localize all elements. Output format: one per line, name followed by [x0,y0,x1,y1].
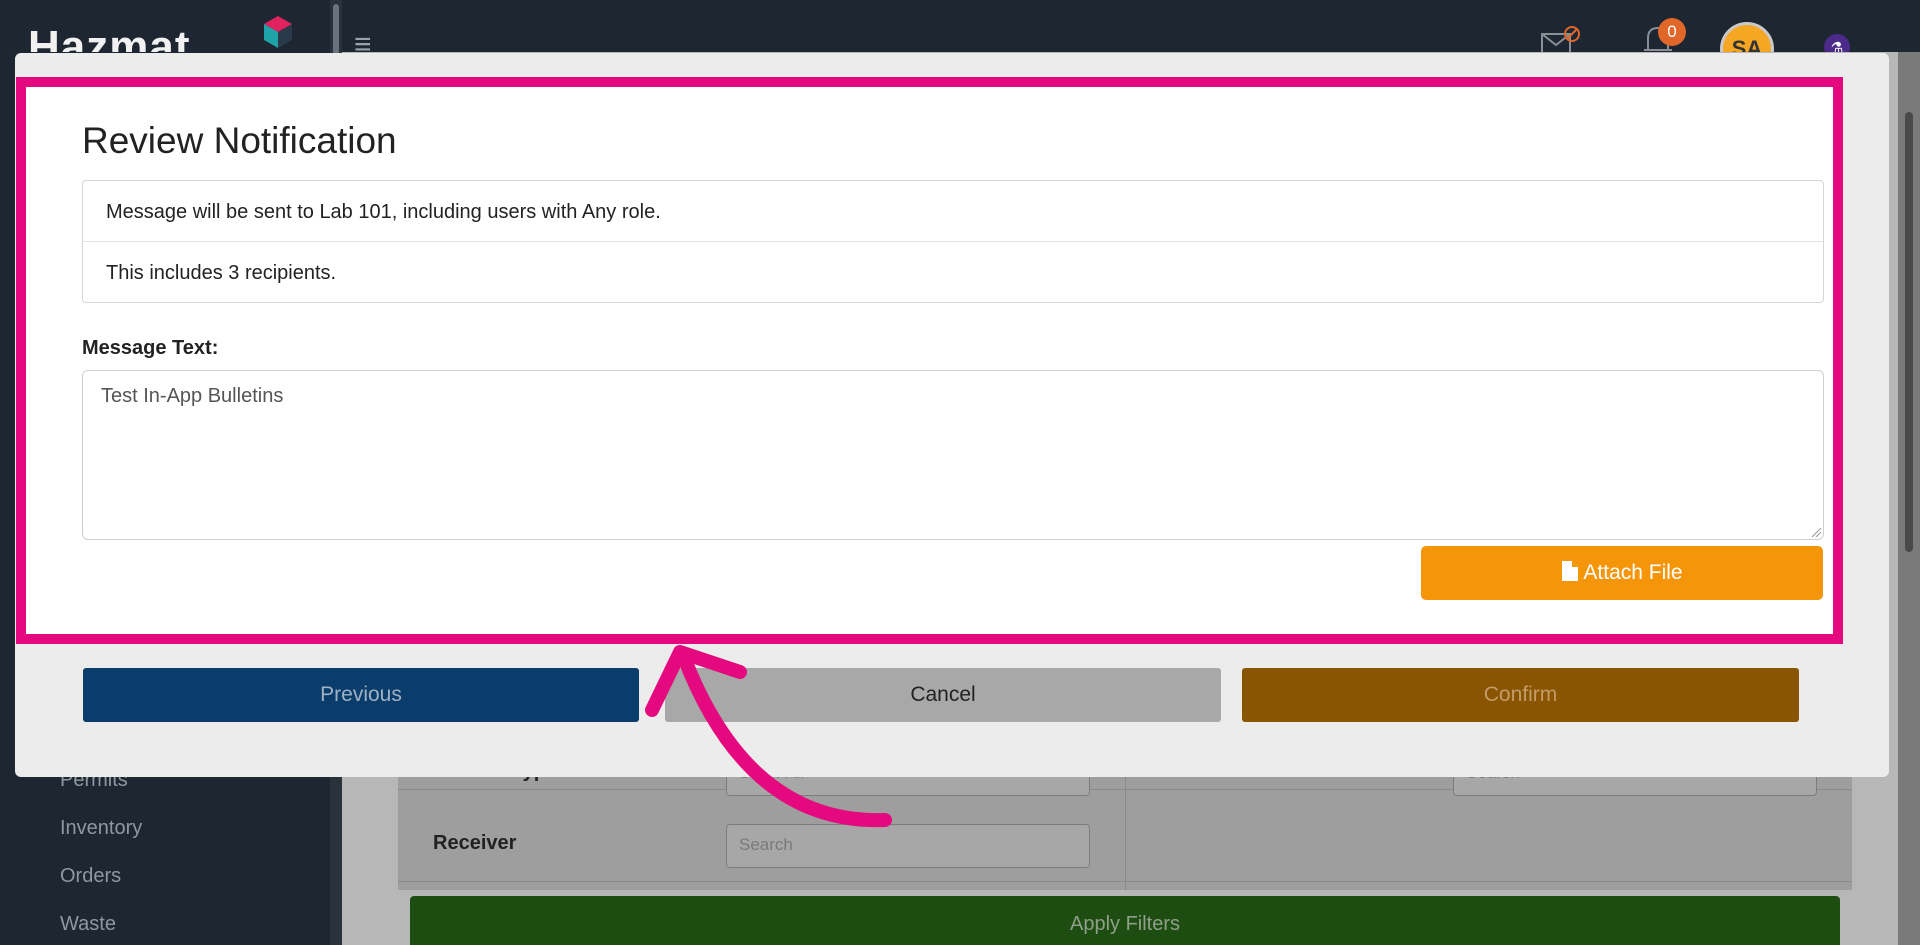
attach-file-label: Attach File [1583,561,1683,584]
resize-grip-icon[interactable] [1810,526,1822,538]
previous-button[interactable]: Previous [83,668,639,722]
confirm-button[interactable]: Confirm [1242,668,1799,722]
recipient-count-text: This includes 3 recipients. [106,262,337,284]
file-icon [1562,561,1579,581]
recipient-summary: Message will be sent to Lab 101, includi… [82,180,1824,303]
recipient-scope-text: Message will be sent to Lab 101, includi… [83,181,1823,242]
attach-file-button[interactable]: Attach File [1421,546,1823,600]
message-textarea[interactable] [82,370,1824,540]
pointer-arrow-icon [645,645,892,828]
modal-title: Review Notification [82,120,397,161]
message-text-label: Message Text: [82,337,219,359]
